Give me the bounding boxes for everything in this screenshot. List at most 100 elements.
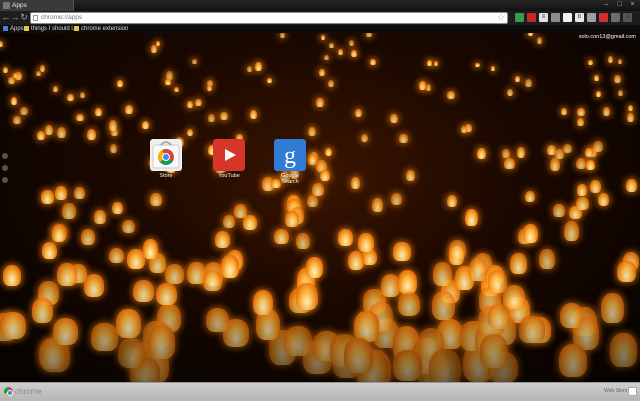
lantern <box>419 81 426 90</box>
lantern <box>214 230 231 248</box>
white-square-icon[interactable] <box>563 13 572 22</box>
app-label: Store <box>159 173 173 179</box>
lantern <box>112 201 124 215</box>
folder-icon <box>24 25 29 31</box>
menu-icon[interactable]: ≡ <box>623 13 632 22</box>
lantern <box>469 258 487 281</box>
app-store[interactable]: Store <box>148 139 184 179</box>
lantern <box>20 106 28 116</box>
lantern <box>370 58 376 65</box>
red-square-icon[interactable] <box>599 13 608 22</box>
lantern <box>274 228 290 245</box>
google-search-icon: g <box>274 139 306 171</box>
green-square-icon[interactable] <box>515 13 524 22</box>
lantern <box>576 196 589 211</box>
lantern <box>389 114 398 123</box>
lantern <box>350 49 358 58</box>
lantern <box>592 140 603 152</box>
b-icon[interactable]: b <box>575 13 584 22</box>
lantern <box>338 49 344 56</box>
lantern <box>509 253 527 275</box>
lantern <box>464 209 478 227</box>
lantern <box>220 255 240 278</box>
gray-square-icon[interactable] <box>587 13 596 22</box>
reload-button[interactable]: ↻ <box>19 12 29 23</box>
lantern <box>61 203 76 219</box>
lantern <box>279 33 285 39</box>
lantern <box>577 183 587 197</box>
lantern <box>575 157 587 170</box>
lantern <box>249 109 258 120</box>
clock-icon[interactable] <box>611 13 620 22</box>
bookmark-label: Apps <box>10 26 24 32</box>
bookmark-apps[interactable]: Apps <box>3 25 24 33</box>
svg-text:g: g <box>284 143 296 169</box>
lantern <box>2 66 9 74</box>
close-button[interactable]: × <box>628 1 637 8</box>
lantern <box>517 147 526 158</box>
chrome-web-store-icon <box>150 139 182 171</box>
address-bar-text: chrome://apps <box>41 14 83 21</box>
lantern <box>547 144 557 155</box>
page-dot[interactable] <box>2 177 8 183</box>
page-icon <box>33 15 38 21</box>
tab-apps[interactable]: Apps <box>0 0 74 11</box>
lantern <box>432 261 453 286</box>
lantern <box>306 257 324 279</box>
lantern <box>588 59 593 66</box>
lantern <box>426 60 432 66</box>
lantern <box>449 240 467 259</box>
lantern <box>536 36 543 44</box>
lantern <box>358 232 375 253</box>
lantern <box>44 124 54 135</box>
minimize-button[interactable]: – <box>602 1 611 8</box>
puzzle-icon[interactable] <box>551 13 560 22</box>
bookmark-star-icon[interactable]: ☆ <box>497 12 505 23</box>
lantern <box>73 186 85 200</box>
youtube-icon <box>213 139 245 171</box>
address-bar[interactable]: chrome://apps ☆ <box>30 12 508 24</box>
lantern <box>476 148 486 160</box>
bookmarks-bar: Apps things I should l... chrome extensi… <box>0 25 640 33</box>
lantern <box>41 190 54 204</box>
lantern <box>316 98 324 108</box>
lantern <box>564 221 580 241</box>
lantern <box>141 121 150 130</box>
lantern <box>348 39 355 47</box>
apps-grid-icon <box>3 25 8 31</box>
lantern <box>121 219 135 234</box>
red-badge-icon[interactable] <box>527 13 536 22</box>
maximize-button[interactable]: □ <box>615 1 624 8</box>
lantern <box>234 203 248 218</box>
lantern <box>222 214 235 229</box>
lantern <box>208 114 215 123</box>
bookmark-label: things I should l... <box>31 26 78 32</box>
extension-icons: ≡ b ≡ <box>515 13 632 22</box>
lantern <box>143 239 159 259</box>
lantern <box>433 61 438 67</box>
bookmark-folder-1[interactable]: things I should l... <box>24 25 78 33</box>
lantern <box>525 191 536 203</box>
page-dot[interactable] <box>2 153 8 159</box>
web-store-link[interactable]: Web Store <box>604 388 628 394</box>
tab-title: Apps <box>12 2 27 9</box>
lantern <box>80 91 86 99</box>
lantern <box>2 265 22 286</box>
bar-icon[interactable]: ≡ <box>539 13 548 22</box>
lantern <box>52 86 58 92</box>
lantern <box>266 77 272 84</box>
apps-grid-icon <box>3 2 10 9</box>
lantern <box>549 157 561 171</box>
lantern <box>39 64 46 72</box>
lantern <box>524 78 533 87</box>
web-store-icon[interactable] <box>628 387 637 396</box>
app-google-search[interactable]: g Google Search <box>272 139 308 185</box>
page-dot[interactable] <box>2 165 8 171</box>
app-youtube[interactable]: YouTube <box>211 139 247 179</box>
user-email[interactable]: solo.con13@gmail.com <box>579 34 636 40</box>
lantern <box>109 247 125 264</box>
lantern <box>311 183 324 197</box>
lantern <box>523 224 539 243</box>
lantern <box>109 144 117 154</box>
bookmark-folder-2[interactable]: chrome extension <box>74 25 128 33</box>
